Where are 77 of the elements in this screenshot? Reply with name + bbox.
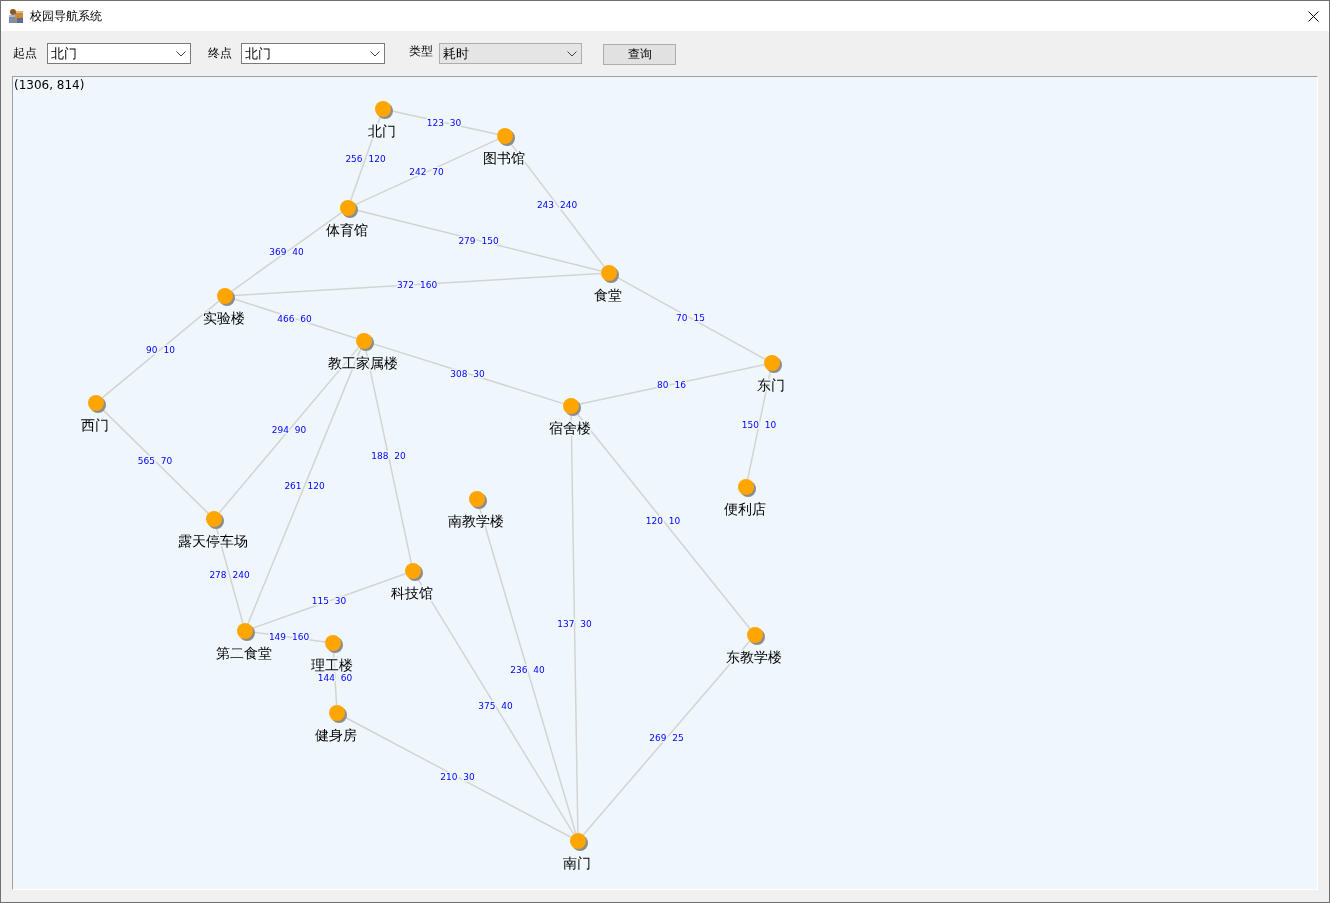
place-dot-icon: [325, 635, 343, 653]
cursor-readout: (1306, 814): [14, 78, 85, 92]
place-dot-icon: [469, 491, 487, 509]
road-label: 372 160: [396, 279, 438, 290]
chevron-down-icon: [176, 50, 186, 57]
place-label: 食堂: [594, 287, 622, 303]
place-label: 便利店: [724, 501, 766, 517]
place-label: 东教学楼: [726, 649, 782, 665]
query-button[interactable]: 查询: [603, 44, 676, 65]
road-label: 80 16: [657, 379, 686, 390]
place-label: 图书馆: [483, 150, 525, 166]
place-dot-icon: [738, 479, 756, 497]
place-dot-icon: [405, 563, 423, 581]
road-label: 188 20: [371, 451, 406, 461]
place-label: 露天停车场: [178, 533, 248, 549]
chevron-down-icon: [567, 50, 577, 57]
road-label: 90 10: [146, 344, 175, 355]
road-label: 269 25: [649, 733, 684, 743]
field-label: 起点: [13, 45, 37, 62]
dropdown[interactable]: 耗时: [439, 43, 582, 64]
field-label: 类型: [409, 43, 433, 60]
road-label: 308 30: [450, 368, 485, 379]
road-label: 115 30: [311, 596, 347, 606]
road-label: 466 60: [277, 313, 312, 324]
place-label: 科技馆: [391, 585, 433, 601]
place-dot-icon: [563, 398, 581, 416]
road-label: 144 60: [317, 673, 353, 683]
road-label: 256 120: [345, 153, 386, 164]
place-dot-icon: [340, 200, 358, 218]
place-label: 教工家属楼: [328, 355, 398, 371]
place-label: 东门: [757, 377, 785, 393]
dropdown[interactable]: 北门: [47, 43, 191, 64]
road-label: 278 240: [209, 570, 250, 580]
place-dot-icon: [329, 705, 347, 723]
place-dot-icon: [601, 265, 619, 283]
place-label: 理工楼: [311, 657, 353, 673]
road-label: 150 10: [741, 420, 777, 430]
road-label: 210 30: [440, 772, 475, 782]
place-label: 南教学楼: [448, 513, 504, 529]
place-dot-icon: [375, 101, 393, 119]
road-label: 149 160: [268, 632, 310, 642]
place-dot-icon: [356, 333, 374, 351]
road-label: 369 40: [269, 247, 304, 257]
window-title: 校园导航系统: [30, 7, 102, 25]
place-dot-icon: [497, 128, 515, 146]
close-icon: [1307, 10, 1319, 22]
road-label: 294 90: [271, 425, 307, 435]
place-label: 第二食堂: [216, 645, 272, 661]
place-label: 体育馆: [326, 222, 368, 238]
place-label: 实验楼: [203, 310, 245, 326]
road-label: 70 15: [676, 313, 705, 323]
place-dot-icon: [206, 511, 224, 529]
field-label: 终点: [208, 45, 232, 62]
road-label: 279 150: [458, 235, 499, 246]
place-dot-icon: [237, 623, 255, 641]
app-icon: [8, 8, 24, 24]
road-label: 261 120: [284, 481, 325, 491]
road-label: 120 10: [645, 515, 681, 526]
place-label: 健身房: [315, 727, 357, 743]
place-dot-icon: [570, 833, 588, 851]
road-label: 137 30: [557, 618, 592, 629]
chevron-down-icon: [370, 50, 380, 57]
place-label: 西门: [81, 417, 109, 433]
road-label: 565 70: [137, 456, 173, 466]
place-label: 宿舍楼: [549, 420, 591, 436]
place-dot-icon: [747, 627, 765, 645]
road-label: 123 30: [426, 117, 462, 128]
road-label: 242 70: [409, 167, 444, 177]
dropdown[interactable]: 北门: [241, 43, 385, 64]
road-label: 243 240: [536, 199, 578, 210]
place-dot-icon: [764, 355, 782, 373]
place-label: 南门: [563, 855, 591, 871]
road-label: 236 40: [510, 665, 545, 675]
place-label: 北门: [368, 123, 396, 139]
place-dot-icon: [88, 395, 106, 413]
place-dot-icon: [217, 288, 235, 306]
road-label: 375 40: [478, 701, 513, 711]
